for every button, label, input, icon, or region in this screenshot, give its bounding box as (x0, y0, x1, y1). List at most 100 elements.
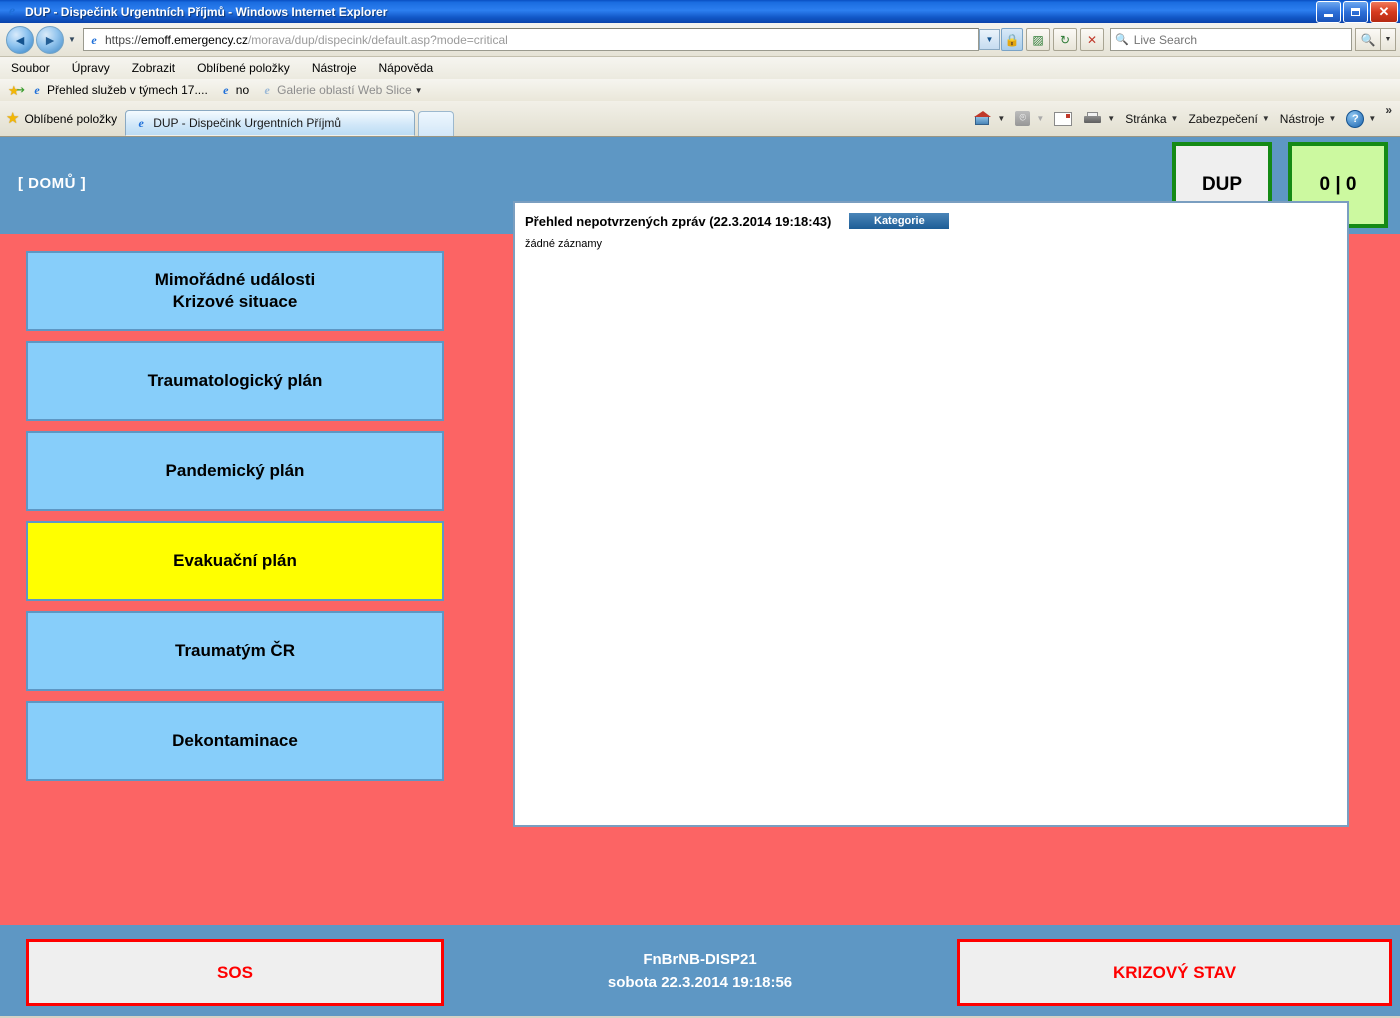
rss-icon: ⌾ (1015, 111, 1031, 126)
link-label: Přehled služeb v týmech 17.... (47, 83, 208, 97)
menu-item-oblibene-polozky[interactable]: Oblíbené položky (186, 59, 301, 77)
command-overflow-button[interactable]: » (1381, 103, 1396, 117)
read-mail-button[interactable] (1049, 107, 1079, 131)
sidebar-item-dekontaminace[interactable]: Dekontaminace (26, 701, 444, 781)
favicon-icon: e (264, 83, 270, 97)
search-provider-dropdown[interactable]: ▼ (1381, 28, 1396, 51)
url-host: emoff.emergency.cz (141, 32, 248, 47)
home-link[interactable]: [ DOMŮ ] (18, 175, 86, 192)
safety-menu-button[interactable]: Zabezpečení ▼ (1183, 107, 1274, 131)
sidebar-item-pandemicky-plan[interactable]: Pandemický plán (26, 431, 444, 511)
refresh-icon: ↻ (1059, 32, 1071, 47)
chevron-down-icon: ▼ (1036, 114, 1045, 123)
menu-item-zobrazit[interactable]: Zobrazit (121, 59, 186, 77)
search-icon: 🔍 (1115, 34, 1129, 46)
messages-panel: Přehled nepotvrzených zpráv (22.3.2014 1… (513, 201, 1349, 827)
chevron-down-icon: ▼ (1384, 36, 1392, 43)
home-button[interactable]: ▼ (969, 107, 1010, 131)
link-item-no[interactable]: e no (214, 83, 249, 97)
url-scheme: https:// (105, 32, 142, 47)
help-menu-button[interactable]: ? ▼ (1341, 107, 1381, 131)
tools-menu-label: Nástroje (1279, 111, 1325, 126)
refresh-button[interactable]: ↻ (1053, 28, 1077, 51)
close-button[interactable]: ✕ (1370, 1, 1398, 23)
chevron-down-icon: ▼ (1328, 114, 1337, 123)
sidebar-item-label: Traumatým ČR (175, 640, 295, 660)
messages-panel-header: Přehled nepotvrzených zpráv (22.3.2014 1… (515, 203, 1347, 229)
home-icon (974, 111, 992, 126)
search-icon: 🔍 (1360, 32, 1376, 47)
back-arrow-icon: ◄ (13, 31, 27, 48)
browser-window: e DUP - Dispečink Urgentních Příjmů - Wi… (0, 0, 1400, 1018)
station-name: FnBrNB-DISP21 (643, 951, 757, 968)
back-button[interactable]: ◄ (6, 25, 34, 54)
search-go-button[interactable]: 🔍 (1355, 28, 1381, 51)
forward-arrow-icon: ► (43, 31, 57, 48)
close-x-icon: ✕ (1086, 32, 1098, 47)
favorites-links-bar: ★ ➔ e Přehled služeb v týmech 17.... e n… (0, 79, 1400, 102)
search-input[interactable] (1131, 31, 1351, 48)
menu-item-nastroje[interactable]: Nástroje (301, 59, 368, 77)
minimize-button[interactable] (1316, 1, 1341, 23)
compatibility-view-button[interactable]: ▨ (1026, 28, 1050, 51)
sidebar-item-label-line2: Krizové situace (172, 292, 298, 311)
close-icon: ✕ (1378, 4, 1390, 19)
station-info: FnBrNB-DISP21 sobota 22.3.2014 19:18:56 (500, 949, 900, 994)
messages-panel-title: Přehled nepotvrzených zpráv (22.3.2014 1… (525, 213, 832, 229)
print-button[interactable]: ▼ (1079, 107, 1120, 131)
url-input[interactable]: e https://emoff.emergency.cz/morava/dup/… (83, 28, 979, 51)
url-path: /morava/dup/dispecink/default.asp?mode=c… (247, 32, 508, 47)
page-menu-button[interactable]: Stránka ▼ (1120, 107, 1183, 131)
chevron-down-icon: ▼ (1107, 114, 1116, 123)
link-label: no (235, 83, 250, 97)
sidebar-nav: Mimořádné události Krizové situace Traum… (26, 251, 444, 791)
chevron-down-icon: ▼ (997, 114, 1006, 123)
command-bar: ▼ ⌾ ▼ ▼ Stránka ▼ Zabezpečení ▼ Nástroje ▼ ?… (969, 101, 1396, 136)
compatibility-icon: ▨ (1032, 32, 1044, 47)
sidebar-item-traumatologicky-plan[interactable]: Traumatologický plán (26, 341, 444, 421)
sidebar-item-label-line1: Mimořádné události (154, 269, 316, 289)
safety-menu-label: Zabezpečení (1188, 111, 1258, 126)
menu-item-napoveda[interactable]: Nápověda (368, 59, 445, 77)
feeds-button[interactable]: ⌾ ▼ (1010, 107, 1049, 131)
favorites-center-button[interactable]: ★ Oblíbené položky (0, 101, 125, 136)
tab-dup[interactable]: e DUP - Dispečink Urgentních Příjmů (125, 110, 416, 136)
forward-button[interactable]: ► (36, 25, 64, 54)
sidebar-item-traumatym-cr[interactable]: Traumatým ČR (26, 611, 444, 691)
printer-icon (1084, 111, 1102, 126)
stop-button[interactable]: ✕ (1080, 28, 1104, 51)
chevron-down-icon: ▼ (1170, 114, 1179, 123)
address-dropdown-button[interactable]: ▼ (979, 29, 1000, 50)
sidebar-item-label: Dekontaminace (172, 730, 298, 750)
sidebar-item-evakuacni-plan[interactable]: Evakuační plán (26, 521, 444, 601)
page-menu-label: Stránka (1125, 111, 1167, 126)
sos-button[interactable]: SOS (26, 939, 444, 1006)
internet-explorer-icon: e (8, 3, 16, 19)
kategorie-button[interactable]: Kategorie (849, 213, 950, 229)
lock-icon: 🔒 (1004, 32, 1020, 47)
favicon-icon: e (34, 83, 40, 97)
tab-label: DUP - Dispečink Urgentních Příjmů (153, 116, 342, 130)
sidebar-item-label: Evakuační plán (173, 550, 297, 570)
link-item-web-slice-gallery[interactable]: e Galerie oblastí Web Slice ▼ (255, 83, 422, 97)
security-lock-button[interactable]: 🔒 (1001, 28, 1023, 51)
new-tab-button[interactable] (418, 111, 455, 136)
search-box[interactable]: 🔍 (1110, 28, 1352, 51)
page-viewport: [ DOMŮ ] DUP 0 | 0 Mimořádné události Kr… (0, 137, 1400, 1018)
krizovy-stav-button[interactable]: KRIZOVÝ STAV (957, 939, 1392, 1006)
tools-menu-button[interactable]: Nástroje ▼ (1275, 107, 1342, 131)
chevron-down-icon: ▼ (985, 35, 994, 44)
station-datetime: sobota 22.3.2014 19:18:56 (607, 973, 793, 991)
sidebar-item-mimoradne-udalosti[interactable]: Mimořádné události Krizové situace (26, 251, 444, 331)
link-item-prehled-sluzeb[interactable]: e Přehled služeb v týmech 17.... (25, 83, 208, 97)
maximize-button[interactable] (1343, 1, 1368, 23)
menu-item-upravy[interactable]: Úpravy (61, 59, 121, 77)
chevron-down-icon: ▼ (414, 85, 423, 95)
menu-item-soubor[interactable]: Soubor (0, 59, 61, 77)
address-bar: ◄ ► ▼ e https://emoff.emergency.cz/morav… (0, 23, 1400, 57)
question-mark-icon: ? (1346, 109, 1365, 128)
history-dropdown-button[interactable]: ▼ (65, 30, 79, 50)
page-favicon-icon: e (91, 32, 97, 47)
chevron-down-icon: ▼ (68, 35, 76, 44)
sidebar-item-label: Traumatologický plán (147, 370, 323, 390)
